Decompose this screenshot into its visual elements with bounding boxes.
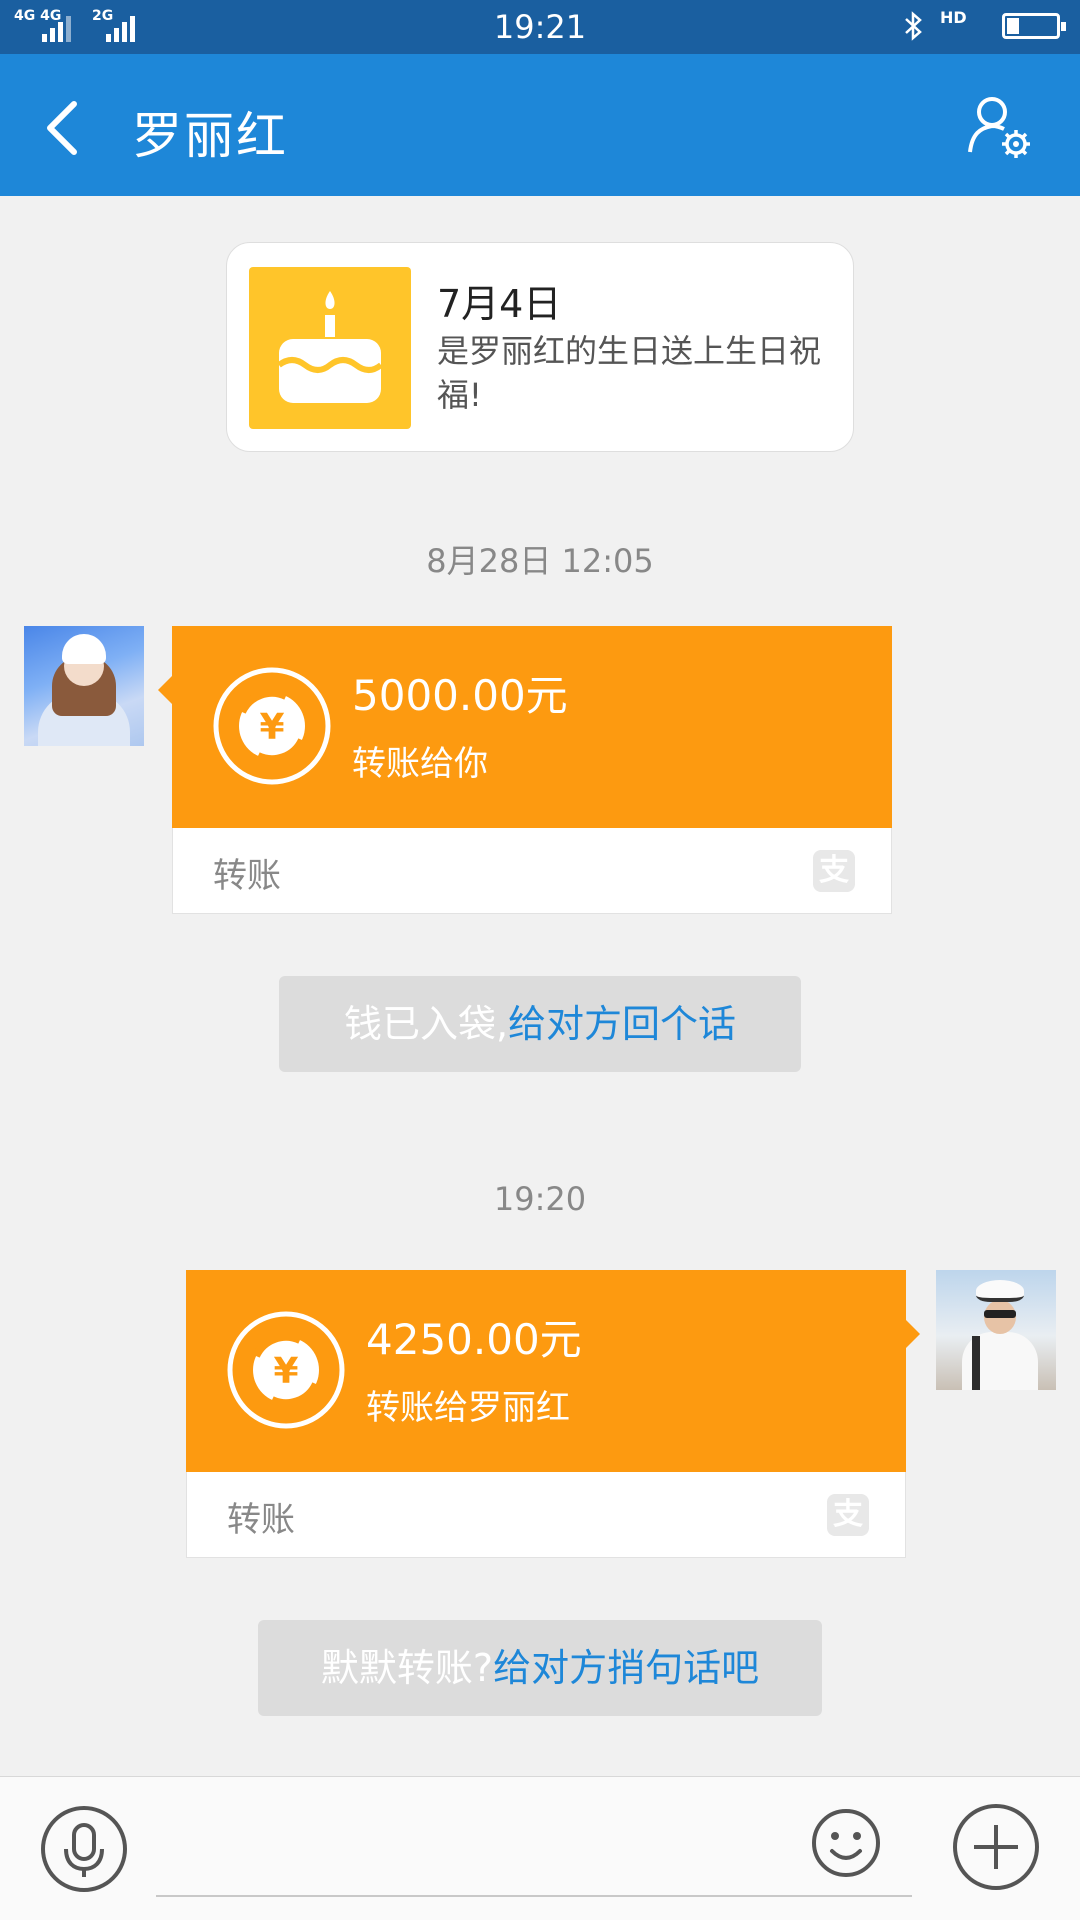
transfer-description: 转账给你 — [352, 744, 488, 784]
emoji-icon[interactable] — [810, 1807, 882, 1879]
status-bar: 4G 4G 2G 19:21 HD — [0, 0, 1080, 54]
transfer-footer: 转账 支 — [172, 828, 892, 914]
bluetooth-icon — [905, 11, 922, 41]
transfer-type-label: 转账 — [227, 1500, 295, 1540]
reply-link[interactable]: 给对方回个话 — [508, 1002, 736, 1046]
transfer-yuan-icon: ¥ — [227, 1311, 345, 1429]
transfer-yuan-icon: ¥ — [213, 667, 331, 785]
alipay-icon: 支 — [827, 1494, 869, 1536]
transfer-type-label: 转账 — [213, 856, 281, 896]
notice-text: 钱已入袋, — [343, 1002, 509, 1046]
hd-call-label: HD — [940, 8, 967, 27]
battery-level — [1007, 18, 1019, 34]
birthday-message: 是罗丽红的生日送上生日祝福! — [437, 332, 822, 414]
transfer-footer: 转账 支 — [186, 1472, 906, 1558]
transfer-header: ¥ 4250.00元 转账给罗丽红 — [186, 1270, 906, 1472]
birthday-cake-icon — [249, 267, 411, 429]
app-bar: 罗丽红 — [0, 54, 1080, 196]
birthday-reminder-card[interactable]: 7月4日 是罗丽红的生日送上生日祝福! — [226, 242, 854, 452]
transfer-amount: 5000.00元 — [352, 671, 568, 720]
message-input[interactable] — [156, 1813, 912, 1897]
svg-text:¥: ¥ — [259, 707, 284, 748]
input-bar — [0, 1776, 1080, 1920]
notice-text: 默默转账? — [320, 1646, 494, 1690]
chat-title: 罗丽红 — [132, 107, 288, 165]
bubble-tail — [906, 1320, 920, 1348]
transfer-notice: 钱已入袋,给对方回个话 — [279, 976, 801, 1072]
transfer-message-sent[interactable]: ¥ 4250.00元 转账给罗丽红 转账 支 — [186, 1270, 920, 1558]
contact-settings-icon[interactable] — [964, 92, 1036, 164]
back-arrow-icon[interactable] — [40, 98, 90, 158]
birthday-date: 7月4日 — [437, 282, 562, 326]
alipay-icon: 支 — [813, 850, 855, 892]
microphone-icon[interactable] — [40, 1805, 128, 1893]
add-message-link[interactable]: 给对方捎句话吧 — [493, 1646, 759, 1690]
transfer-message-received[interactable]: ¥ 5000.00元 转账给你 转账 支 — [158, 626, 892, 914]
message-timestamp: 8月28日 12:05 — [426, 542, 654, 580]
transfer-header: ¥ 5000.00元 转账给你 — [172, 626, 892, 828]
bubble-tail — [158, 676, 172, 704]
message-timestamp: 19:20 — [493, 1180, 587, 1218]
transfer-notice: 默默转账?给对方捎句话吧 — [258, 1620, 822, 1716]
contact-avatar[interactable] — [24, 626, 144, 746]
add-more-icon[interactable] — [952, 1803, 1040, 1891]
my-avatar[interactable] — [936, 1270, 1056, 1390]
svg-text:¥: ¥ — [273, 1351, 298, 1392]
battery-icon — [1002, 13, 1066, 39]
transfer-amount: 4250.00元 — [366, 1315, 582, 1364]
transfer-description: 转账给罗丽红 — [366, 1388, 570, 1428]
